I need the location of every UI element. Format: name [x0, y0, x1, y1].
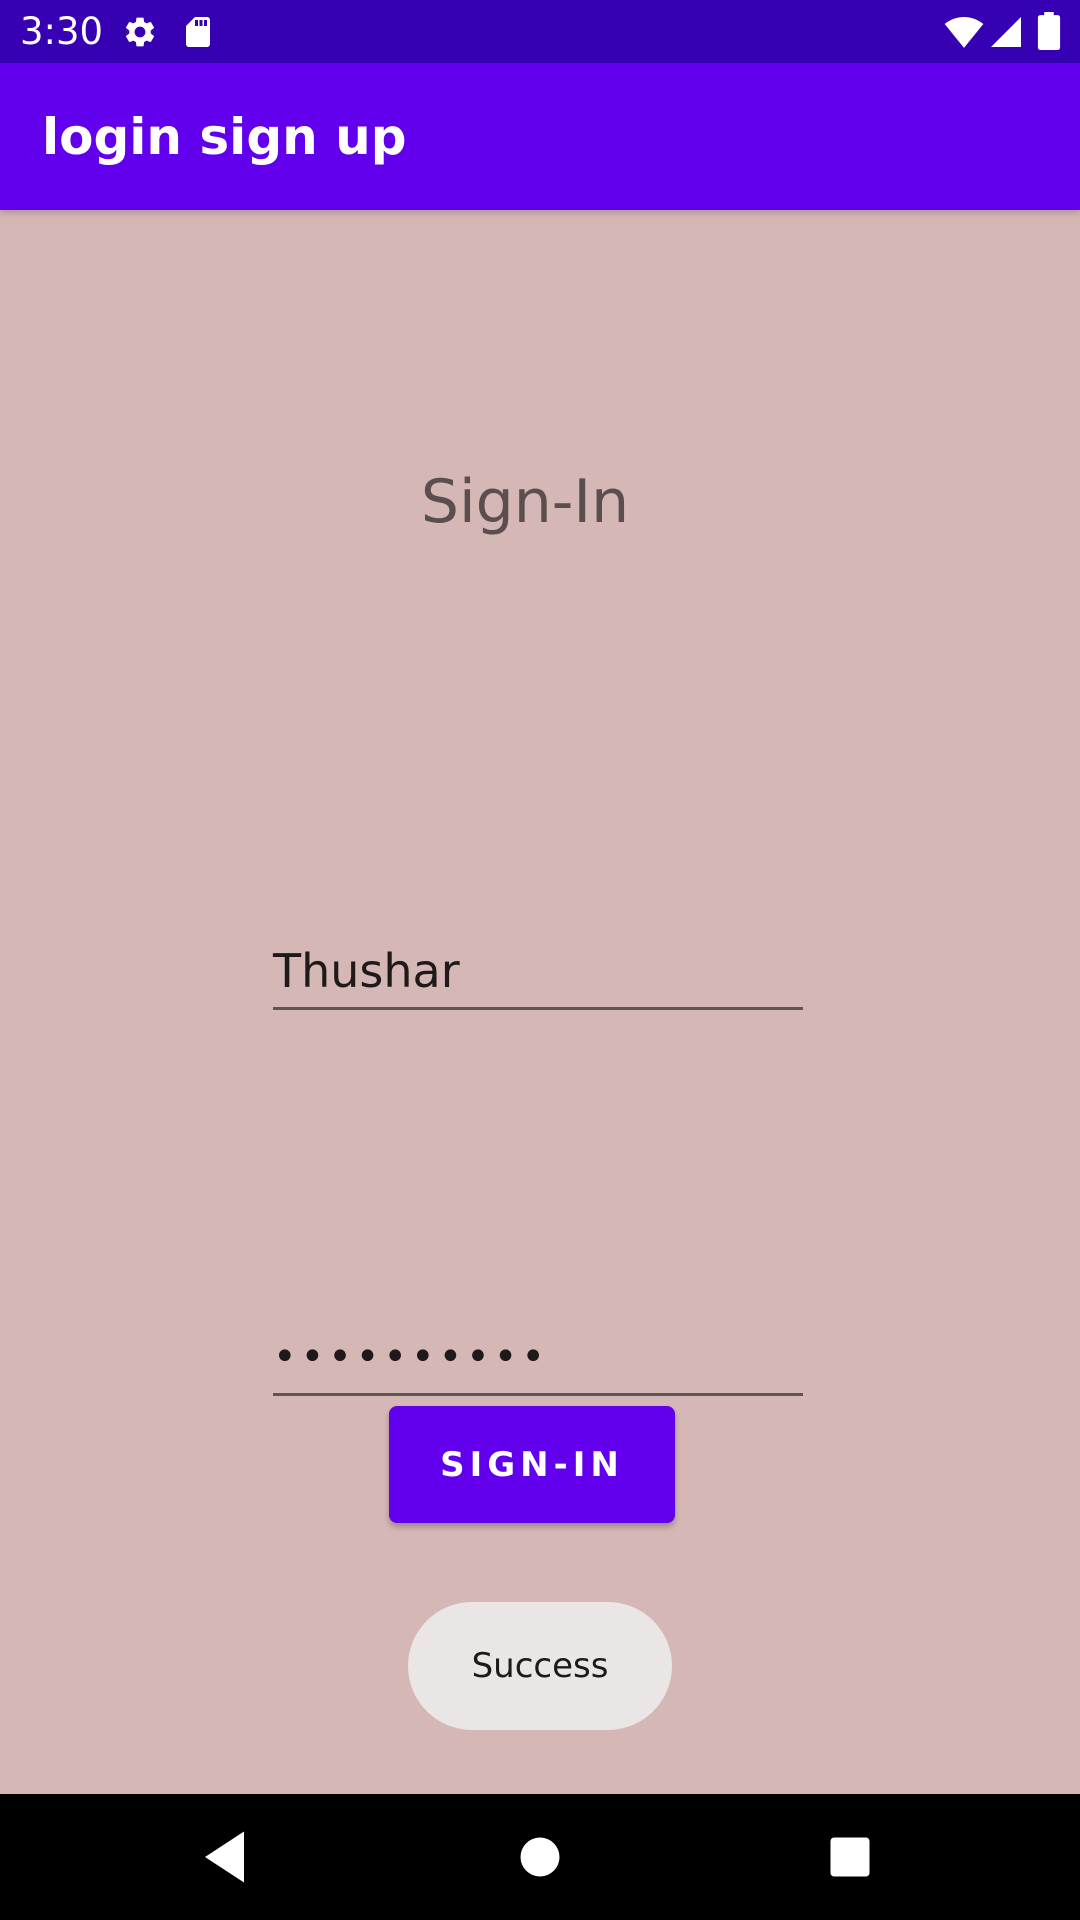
battery-icon — [1037, 12, 1061, 50]
password-value: •••••••••• — [273, 1334, 549, 1380]
page-title: Sign-In — [420, 467, 630, 537]
app-title: login sign up — [42, 108, 407, 166]
sign-in-button[interactable]: SIGN-IN — [389, 1406, 675, 1523]
wifi-icon — [944, 17, 984, 48]
gear-icon — [125, 17, 155, 47]
username-field[interactable]: Thushar — [273, 937, 803, 1010]
sd-card-icon — [186, 17, 210, 47]
password-field[interactable]: •••••••••• — [273, 1323, 803, 1396]
home-icon[interactable] — [504, 1821, 576, 1893]
navigation-bar — [0, 1794, 1080, 1920]
toast-message: Success — [408, 1602, 672, 1730]
status-time: 3:30 — [20, 10, 104, 53]
screen: 3:30 login sign up Sign-In Thushar •••••… — [0, 0, 1080, 1920]
back-icon[interactable] — [190, 1821, 262, 1893]
status-bar: 3:30 — [0, 0, 1080, 63]
recents-icon[interactable] — [814, 1821, 886, 1893]
username-value: Thushar — [273, 944, 460, 998]
signal-icon — [991, 17, 1021, 47]
sign-in-button-label: SIGN-IN — [440, 1444, 624, 1485]
app-bar: login sign up — [0, 63, 1080, 210]
toast-text: Success — [471, 1646, 609, 1686]
